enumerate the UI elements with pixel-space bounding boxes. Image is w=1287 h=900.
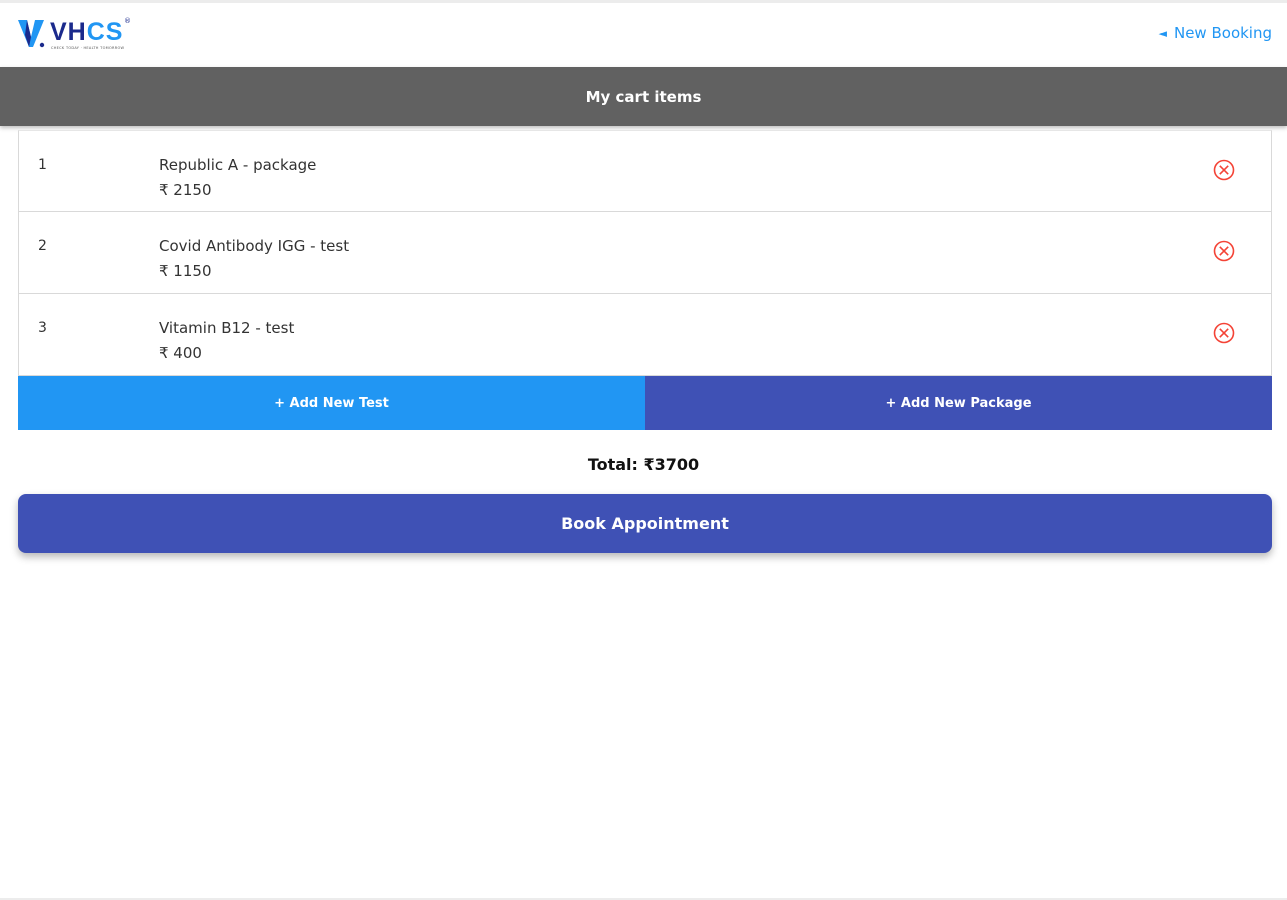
cart-item-row: 2 Covid Antibody IGG - test ₹ 1150 — [18, 212, 1272, 294]
new-booking-label: New Booking — [1173, 24, 1272, 42]
add-items-button-group: + Add New Test + Add New Package — [18, 376, 1272, 430]
cart-item-name: Vitamin B12 - test — [159, 319, 295, 337]
cart-item-price: ₹ 2150 — [159, 181, 212, 199]
add-new-package-button[interactable]: + Add New Package — [645, 376, 1272, 430]
cart-page: VHCS ® CHECK TODAY · HEALTH TOMORROW ◄ N… — [0, 0, 1287, 900]
back-arrow-icon: ◄ — [1158, 26, 1167, 40]
page-title-bar: My cart items — [0, 67, 1287, 126]
logo-registered-mark: ® — [124, 17, 131, 25]
logo-tagline: CHECK TODAY · HEALTH TOMORROW — [51, 46, 125, 50]
cart-item-index: 2 — [38, 238, 47, 254]
vhcs-logo[interactable]: VHCS ® CHECK TODAY · HEALTH TOMORROW — [17, 17, 137, 53]
new-booking-link[interactable]: ◄ New Booking — [1159, 24, 1272, 42]
cart-item-index: 1 — [38, 157, 47, 173]
cart-item-price: ₹ 400 — [159, 344, 202, 362]
remove-circle-icon[interactable] — [1213, 322, 1235, 344]
cart-item-row: 3 Vitamin B12 - test ₹ 400 — [18, 294, 1272, 376]
remove-circle-icon[interactable] — [1213, 159, 1235, 181]
cart-item-name: Republic A - package — [159, 156, 317, 174]
page-title: My cart items — [585, 87, 702, 106]
logo-v-mark-icon — [18, 20, 45, 48]
cart-item-index: 3 — [38, 320, 47, 336]
add-new-test-button[interactable]: + Add New Test — [18, 376, 645, 430]
cart-total: Total: ₹3700 — [587, 455, 700, 474]
cart-item-row: 1 Republic A - package ₹ 2150 — [18, 130, 1272, 212]
top-navbar: VHCS ® CHECK TODAY · HEALTH TOMORROW ◄ N… — [0, 3, 1287, 67]
remove-circle-icon[interactable] — [1213, 240, 1235, 262]
book-appointment-button[interactable]: Book Appointment — [18, 494, 1272, 553]
cart-item-price: ₹ 1150 — [159, 262, 212, 280]
logo-wordmark: VHCS — [50, 18, 124, 46]
cart-item-name: Covid Antibody IGG - test — [159, 237, 350, 255]
cart-list: 1 Republic A - package ₹ 2150 2 Covid An… — [18, 130, 1272, 430]
